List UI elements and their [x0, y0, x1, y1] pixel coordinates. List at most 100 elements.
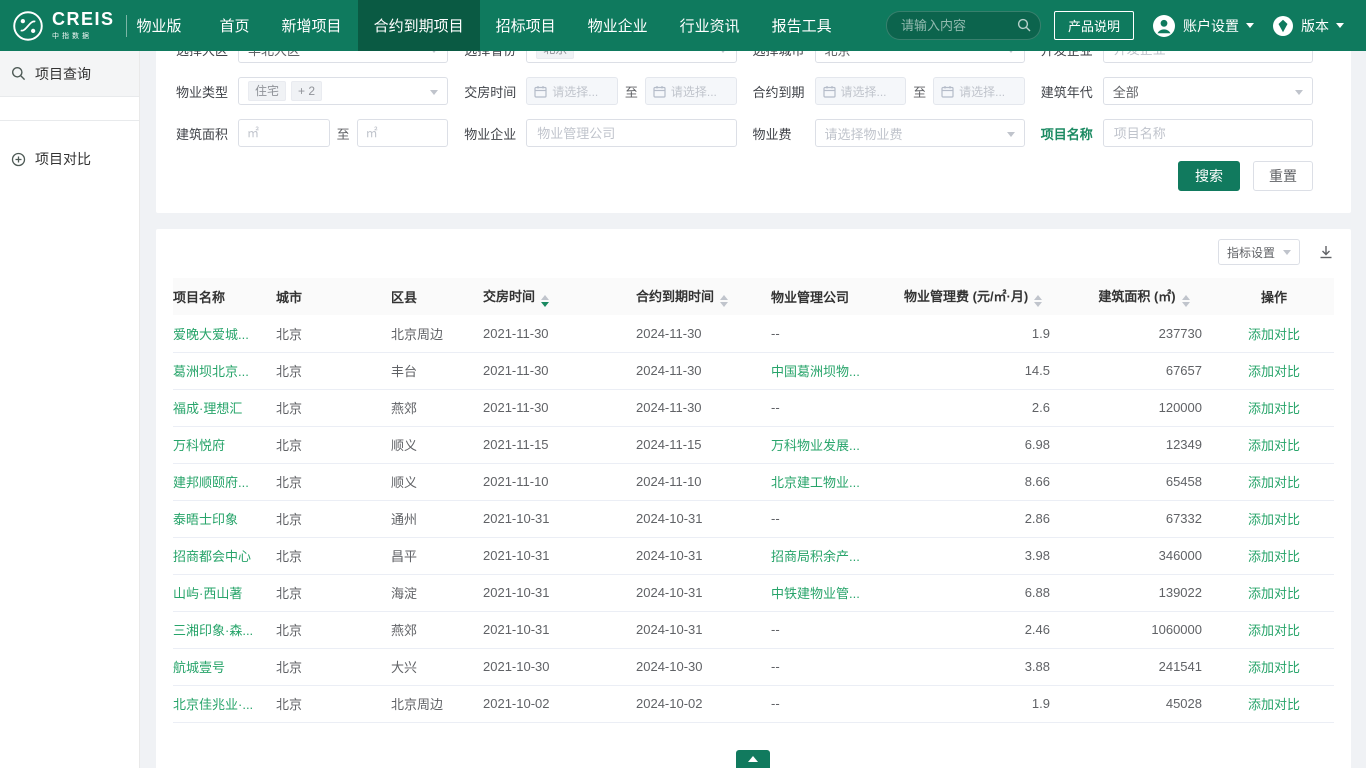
download-icon[interactable] [1318, 244, 1334, 260]
handover-date-cell: 2021-11-30 [483, 389, 636, 426]
add-compare-link[interactable]: 添加对比 [1248, 327, 1300, 342]
city-cell: 北京 [276, 574, 391, 611]
build-area-min-input[interactable] [238, 119, 330, 147]
edition-label: 物业版 [137, 15, 182, 36]
area-cell: 120000 [1074, 389, 1214, 426]
project-name-link[interactable]: 山屿·西山著 [173, 586, 242, 601]
city-cell: 北京 [276, 426, 391, 463]
product-info-button[interactable]: 产品说明 [1054, 11, 1134, 40]
sort-icon[interactable] [720, 295, 728, 307]
sort-icon[interactable] [1034, 295, 1042, 307]
add-compare-link[interactable]: 添加对比 [1248, 364, 1300, 379]
project-name-link[interactable]: 福成·理想汇 [173, 401, 242, 416]
nav-item-property-companies[interactable]: 物业企业 [572, 0, 664, 51]
project-name-link[interactable]: 泰晤士印象 [173, 512, 238, 527]
area-cell: 67657 [1074, 352, 1214, 389]
account-settings-menu[interactable]: 账户设置 [1152, 14, 1254, 38]
city-cell: 北京 [276, 500, 391, 537]
search-icon [11, 66, 26, 81]
nav-item-industry-news[interactable]: 行业资讯 [664, 0, 756, 51]
table-row: 航城壹号北京大兴2021-10-302024-10-30--3.88241541… [173, 648, 1334, 685]
reset-button[interactable]: 重置 [1253, 161, 1313, 191]
nav-item-home[interactable]: 首页 [204, 0, 266, 51]
company-link[interactable]: 万科物业发展... [771, 438, 860, 453]
add-compare-link[interactable]: 添加对比 [1248, 438, 1300, 453]
project-name-link[interactable]: 招商都会中心 [173, 549, 251, 564]
handover-end-date-picker[interactable]: 请选择... [645, 77, 737, 105]
col-header-area[interactable]: 建筑面积 (㎡) [1074, 278, 1214, 315]
sort-icon[interactable] [541, 295, 549, 307]
chevron-down-icon [1336, 23, 1344, 28]
col-header-expiry-date[interactable]: 合约到期时间 [636, 278, 771, 315]
area-cell: 67332 [1074, 500, 1214, 537]
build-area-max-input[interactable] [357, 119, 449, 147]
version-menu[interactable]: 版本 [1272, 15, 1344, 37]
range-to-label: 至 [913, 82, 926, 101]
creis-logo-icon [12, 10, 44, 42]
nav-item-new-projects[interactable]: 新增项目 [266, 0, 358, 51]
sidebar-item-project-search[interactable]: 项目查询 [0, 51, 139, 97]
col-header-handover-date[interactable]: 交房时间 [483, 278, 636, 315]
add-compare-link[interactable]: 添加对比 [1248, 586, 1300, 601]
version-label: 版本 [1301, 16, 1329, 36]
add-compare-link[interactable]: 添加对比 [1248, 512, 1300, 527]
search-icon[interactable] [1017, 18, 1031, 37]
project-name-link[interactable]: 爱晚大爱城... [173, 327, 249, 342]
expiry-start-date-picker[interactable]: 请选择... [815, 77, 907, 105]
contract-expiry-label: 合约到期 [753, 82, 815, 101]
add-compare-link[interactable]: 添加对比 [1248, 660, 1300, 675]
district-cell: 顺义 [391, 463, 483, 500]
add-compare-link[interactable]: 添加对比 [1248, 623, 1300, 638]
add-compare-link[interactable]: 添加对比 [1248, 401, 1300, 416]
sort-icon[interactable] [1182, 295, 1190, 307]
property-fee-select[interactable]: 请选择物业费 [815, 119, 1025, 147]
property-type-select[interactable]: 住宅 + 2 [238, 77, 448, 105]
filter-handover-date: 交房时间 请选择... 至 请选择... [464, 77, 736, 105]
build-year-select[interactable]: 全部 [1103, 77, 1313, 105]
district-cell: 大兴 [391, 648, 483, 685]
nav-item-report-tools[interactable]: 报告工具 [756, 0, 848, 51]
add-compare-link[interactable]: 添加对比 [1248, 549, 1300, 564]
col-header-fee[interactable]: 物业管理费 (元/㎡·月) [904, 278, 1074, 315]
global-search[interactable] [886, 11, 1041, 40]
brand-divider [126, 15, 127, 37]
nav-item-bidding-projects[interactable]: 招标项目 [480, 0, 572, 51]
expiry-date-cell: 2024-10-30 [636, 648, 771, 685]
handover-start-date-picker[interactable]: 请选择... [526, 77, 618, 105]
company-link[interactable]: 招商局积余产... [771, 549, 860, 564]
col-header-project-name: 项目名称 [173, 278, 276, 315]
handover-date-cell: 2021-11-10 [483, 463, 636, 500]
project-name-link[interactable]: 三湘印象·森... [173, 623, 253, 638]
project-name-input[interactable] [1103, 119, 1313, 147]
expiry-date-cell: 2024-11-30 [636, 352, 771, 389]
build-year-value: 全部 [1113, 82, 1139, 101]
district-cell: 通州 [391, 500, 483, 537]
fee-cell: 8.66 [904, 463, 1074, 500]
project-name-link[interactable]: 万科悦府 [173, 438, 225, 453]
sidebar-divider [0, 120, 139, 121]
project-name-link[interactable]: 航城壹号 [173, 660, 225, 675]
company-link[interactable]: 中国葛洲坝物... [771, 364, 860, 379]
company-link[interactable]: 中铁建物业管... [771, 586, 860, 601]
search-button[interactable]: 搜索 [1178, 161, 1240, 191]
table-row: 招商都会中心北京昌平2021-10-312024-10-31招商局积余产...3… [173, 537, 1334, 574]
expiry-date-cell: 2024-10-31 [636, 611, 771, 648]
add-compare-link[interactable]: 添加对比 [1248, 475, 1300, 490]
property-company-input[interactable] [526, 119, 736, 147]
nav-item-contract-expiry-projects[interactable]: 合约到期项目 [358, 0, 480, 51]
chevron-down-icon [1007, 132, 1015, 137]
project-name-link[interactable]: 葛洲坝北京... [173, 364, 249, 379]
indicator-settings-select[interactable]: 指标设置 [1218, 239, 1300, 265]
company-link[interactable]: 北京建工物业... [771, 475, 860, 490]
project-name-link[interactable]: 北京佳兆业·... [173, 697, 253, 712]
sidebar-item-project-compare[interactable]: 项目对比 [0, 136, 139, 182]
add-compare-link[interactable]: 添加对比 [1248, 697, 1300, 712]
back-to-top-button[interactable] [736, 750, 770, 768]
area-cell: 237730 [1074, 315, 1214, 352]
city-cell: 北京 [276, 352, 391, 389]
project-name-link[interactable]: 建邦顺颐府... [173, 475, 249, 490]
expiry-date-cell: 2024-10-31 [636, 500, 771, 537]
expiry-end-date-picker[interactable]: 请选择... [933, 77, 1025, 105]
compare-icon [11, 152, 26, 167]
handover-date-cell: 2021-10-31 [483, 574, 636, 611]
